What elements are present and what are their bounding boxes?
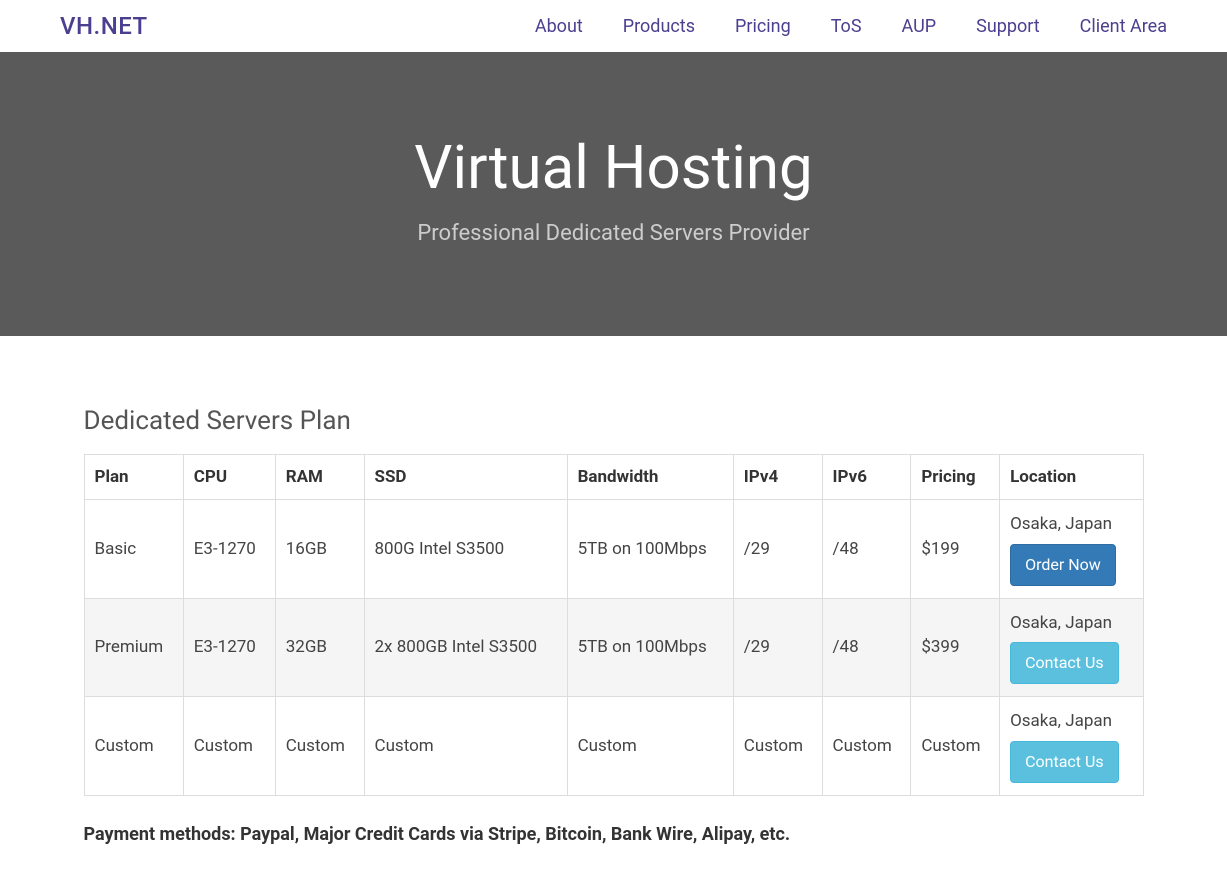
plans-table: Plan CPU RAM SSD Bandwidth IPv4 IPv6 Pri… [84,454,1144,796]
th-plan: Plan [84,455,183,500]
plans-title: Dedicated Servers Plan [84,406,1144,436]
th-ipv6: IPv6 [822,455,911,500]
cell-location: Osaka, Japan Contact Us [1000,697,1143,796]
hero: Virtual Hosting Professional Dedicated S… [0,52,1227,336]
nav-about[interactable]: About [535,16,583,37]
navbar: VH.NET About Products Pricing ToS AUP Su… [0,0,1227,52]
th-pricing: Pricing [911,455,1000,500]
table-row: Basic E3-1270 16GB 800G Intel S3500 5TB … [84,500,1143,599]
cell-ipv4: /29 [733,500,822,599]
table-row: Custom Custom Custom Custom Custom Custo… [84,697,1143,796]
cell-location: Osaka, Japan Contact Us [1000,598,1143,697]
nav-aup[interactable]: AUP [902,16,937,37]
th-ssd: SSD [364,455,567,500]
cell-ssd: Custom [364,697,567,796]
contact-us-button[interactable]: Contact Us [1010,642,1119,684]
brand-logo[interactable]: VH.NET [60,12,148,40]
nav-pricing[interactable]: Pricing [735,16,791,37]
nav-support[interactable]: Support [976,16,1040,37]
cell-ipv6: /48 [822,500,911,599]
payment-methods: Payment methods: Paypal, Major Credit Ca… [84,824,1144,845]
cell-ipv4: Custom [733,697,822,796]
cell-plan: Premium [84,598,183,697]
location-text: Osaka, Japan [1010,711,1112,731]
cell-plan: Custom [84,697,183,796]
th-ipv4: IPv4 [733,455,822,500]
cell-cpu: E3-1270 [183,500,275,599]
nav-links: About Products Pricing ToS AUP Support C… [535,16,1167,37]
table-row: Premium E3-1270 32GB 2x 800GB Intel S350… [84,598,1143,697]
cell-pricing: Custom [911,697,1000,796]
th-bandwidth: Bandwidth [567,455,733,500]
cell-bandwidth: Custom [567,697,733,796]
cell-ipv4: /29 [733,598,822,697]
main-container: Dedicated Servers Plan Plan CPU RAM SSD … [64,336,1164,875]
location-text: Osaka, Japan [1010,514,1112,534]
th-location: Location [1000,455,1143,500]
cell-plan: Basic [84,500,183,599]
cell-ram: 16GB [275,500,364,599]
cell-ram: Custom [275,697,364,796]
hero-title: Virtual Hosting [20,132,1207,203]
location-text: Osaka, Japan [1010,613,1112,633]
cell-ram: 32GB [275,598,364,697]
cell-bandwidth: 5TB on 100Mbps [567,598,733,697]
cell-pricing: $399 [911,598,1000,697]
th-ram: RAM [275,455,364,500]
cell-pricing: $199 [911,500,1000,599]
cell-ipv6: /48 [822,598,911,697]
nav-client-area[interactable]: Client Area [1080,16,1167,37]
order-now-button[interactable]: Order Now [1010,544,1116,586]
cell-cpu: E3-1270 [183,598,275,697]
nav-products[interactable]: Products [623,16,695,37]
cell-ssd: 2x 800GB Intel S3500 [364,598,567,697]
cell-ipv6: Custom [822,697,911,796]
contact-us-button[interactable]: Contact Us [1010,741,1119,783]
nav-tos[interactable]: ToS [831,16,862,37]
table-header-row: Plan CPU RAM SSD Bandwidth IPv4 IPv6 Pri… [84,455,1143,500]
cell-ssd: 800G Intel S3500 [364,500,567,599]
th-cpu: CPU [183,455,275,500]
hero-subtitle: Professional Dedicated Servers Provider [20,221,1207,246]
cell-location: Osaka, Japan Order Now [1000,500,1143,599]
cell-bandwidth: 5TB on 100Mbps [567,500,733,599]
cell-cpu: Custom [183,697,275,796]
